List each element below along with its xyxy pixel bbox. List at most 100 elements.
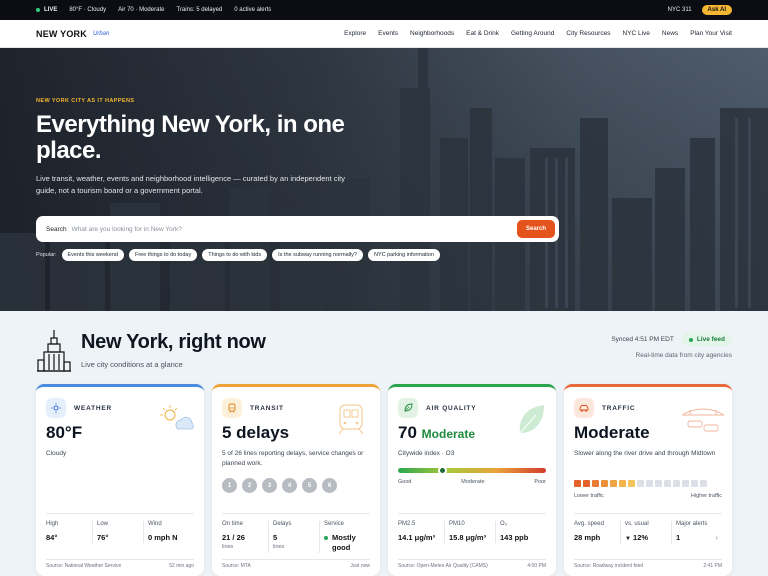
stat-high: High 84°	[46, 521, 92, 543]
traffic-tile	[619, 480, 626, 487]
subway-line-badge[interactable]: 6	[322, 478, 337, 493]
traffic-scale-labels: Lower traffic Higher traffic	[574, 493, 722, 499]
source-label: Source: Open-Meteo Air Quality (CAMS)	[398, 563, 488, 569]
stat-low: Low 76°	[92, 521, 143, 543]
transit-card[interactable]: TRANSIT 5 delays 5 of 26 lines reporting…	[212, 384, 380, 576]
subway-line-badge[interactable]: 2	[242, 478, 257, 493]
hero-description: Live transit, weather, events and neighb…	[36, 174, 345, 195]
live-feed-badge[interactable]: Live feed	[681, 333, 732, 346]
nav-news[interactable]: News	[662, 30, 678, 37]
logo[interactable]: NEW YORK	[36, 29, 87, 39]
scale-label: Poor	[534, 479, 546, 485]
stat-value: 15.8 μg/m³	[449, 533, 487, 542]
nyc311-link[interactable]: NYC 311	[668, 7, 692, 13]
main-nav: NEW YORK Urban Explore Events Neighborho…	[0, 20, 768, 48]
traffic-tile	[637, 480, 644, 487]
traffic-source: Source: Roadway incident feed 2:41 PM	[574, 559, 722, 569]
traffic-tile	[592, 480, 599, 487]
subway-line-badge[interactable]: 5	[302, 478, 317, 493]
nav-eat-drink[interactable]: Eat & Drink	[466, 30, 499, 37]
subway-line-badge[interactable]: 1	[222, 478, 237, 493]
traffic-tile	[601, 480, 608, 487]
traffic-tile	[682, 480, 689, 487]
subway-line-badge[interactable]: 4	[282, 478, 297, 493]
nav-events[interactable]: Events	[378, 30, 398, 37]
stat-value[interactable]: 1 ›	[676, 533, 722, 543]
traffic-level-tiles	[574, 480, 709, 487]
nav-city-resources[interactable]: City Resources	[566, 30, 610, 37]
popular-chip[interactable]: Free things to do today	[128, 249, 198, 261]
source-time: 52 min ago	[169, 563, 194, 569]
scale-label: Lower traffic	[574, 493, 604, 499]
ask-ai-button[interactable]: Ask AI	[701, 5, 732, 15]
search-input[interactable]: What are you looking for in New York?	[72, 226, 517, 233]
traffic-tile	[673, 480, 680, 487]
service-status-text: Mostly good	[332, 533, 356, 552]
search-button[interactable]: Search	[516, 220, 555, 238]
air-value: 70 Moderate	[398, 423, 475, 443]
weather-source: Source: National Weather Service 52 min a…	[46, 559, 194, 569]
scale-label: Higher traffic	[690, 493, 722, 499]
nav-neighborhoods[interactable]: Neighborhoods	[410, 30, 454, 37]
stat-value: 143 ppb	[500, 533, 529, 542]
nav-getting-around[interactable]: Getting Around	[511, 30, 554, 37]
nav-explore[interactable]: Explore	[344, 30, 366, 37]
hero-eyebrow: NEW YORK CITY AS IT HAPPENS	[36, 98, 135, 104]
stat-label: O₃	[500, 521, 508, 527]
weather-stats: High 84° Low 76° Wind 0 mph N	[46, 513, 194, 543]
source-label: Source: National Weather Service	[46, 563, 122, 569]
stat-o3: O₃ 143 ppb	[495, 521, 546, 543]
down-triangle-icon: ▼	[625, 536, 631, 542]
nav-plan-visit[interactable]: Plan Your Visit	[690, 30, 732, 37]
hero: NEW YORK CITY AS IT HAPPENS Everything N…	[0, 48, 768, 311]
transit-source: Source: MTA Just now	[222, 559, 370, 569]
air-desc: Citywide index · O3	[398, 450, 455, 457]
alerts-count: 1	[676, 533, 681, 542]
popular-chip[interactable]: Things to do with kids	[202, 249, 268, 261]
stat-unit: lines	[222, 544, 234, 550]
stat-pm10: PM10 15.8 μg/m³	[444, 521, 495, 543]
air-title: AIR QUALITY	[426, 404, 477, 412]
live-label: LIVE	[44, 7, 58, 13]
stat-label: PM2.5	[398, 521, 416, 527]
section-title: New York, right now	[81, 331, 266, 353]
scale-label: Moderate	[461, 479, 485, 485]
stat-value: ▼ 12%	[625, 533, 671, 544]
source-time: Just now	[350, 563, 370, 569]
stat-value: 76°	[97, 533, 109, 542]
popular-chip[interactable]: NYC parking information	[367, 249, 440, 261]
stat-label: Service	[324, 521, 345, 527]
stat-label: Major alerts	[676, 521, 708, 527]
train-icon	[228, 403, 236, 413]
scale-label: Good	[398, 479, 412, 485]
status-bar: LIVE 80°F · Cloudy Air 70 · Moderate Tra…	[0, 0, 768, 20]
popular-label: Popular:	[36, 252, 57, 258]
nav-nyc-live[interactable]: NYC Live	[622, 30, 649, 37]
weather-title: WEATHER	[74, 404, 112, 412]
subway-line-badge[interactable]: 3	[262, 478, 277, 493]
logo-subtitle: Urban	[92, 30, 110, 37]
stat-label: Wind	[148, 521, 162, 527]
stat-label: vs. usual	[625, 521, 649, 527]
popular-chip[interactable]: Is the subway running normally?	[272, 249, 363, 261]
stat-service: Service Mostly good	[319, 521, 370, 553]
stat-major-alerts: Major alerts 1 ›	[671, 521, 722, 544]
section-subtitle: Live city conditions at a glance	[81, 360, 183, 369]
source-label: Source: Roadway incident feed	[574, 563, 644, 569]
popular-chip[interactable]: Events this weekend	[61, 249, 124, 261]
aqi-number: 70	[398, 423, 417, 442]
air-quality-card[interactable]: AIR QUALITY 70 Moderate Citywide index ·…	[388, 384, 556, 576]
live-indicator: LIVE	[36, 7, 57, 13]
empire-state-building-icon	[37, 330, 71, 372]
weather-card[interactable]: WEATHER 80°F Cloudy High 84° Low 76° Wind 0…	[36, 384, 204, 576]
air-source: Source: Open-Meteo Air Quality (CAMS) 4:0…	[398, 559, 546, 569]
traffic-card[interactable]: TRAFFIC Moderate Slower along the river …	[564, 384, 732, 576]
stat-value: 0 mph N	[148, 533, 178, 542]
transit-title: TRANSIT	[250, 404, 284, 412]
hero-title: Everything New York, in one place.	[36, 111, 345, 164]
sun-cloud-icon	[160, 405, 194, 430]
traffic-tile	[574, 480, 581, 487]
stat-on-time: On time 21 / 26 lines	[222, 521, 268, 553]
live-dot-icon	[36, 8, 40, 12]
synced-time: Synced 4:51 PM EDT	[611, 336, 674, 343]
